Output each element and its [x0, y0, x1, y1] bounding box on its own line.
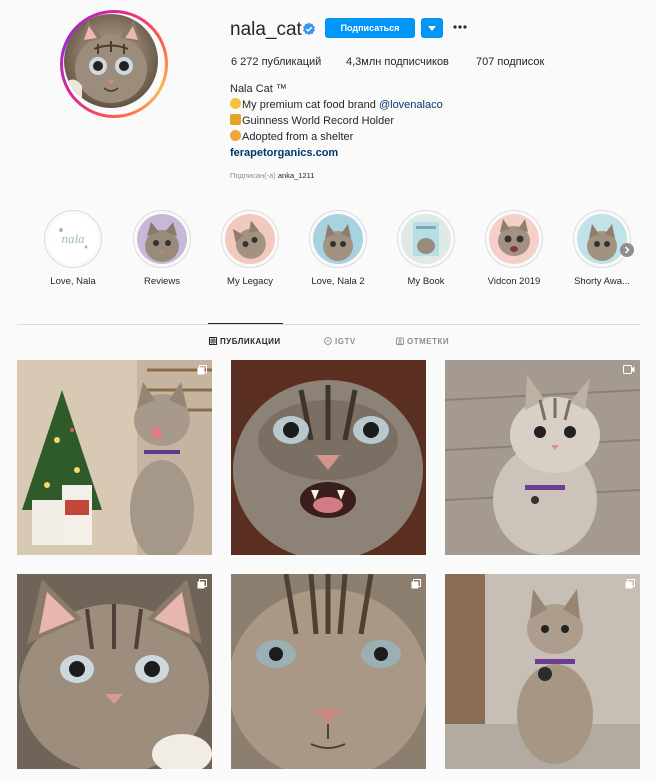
tab-posts[interactable]: ПУБЛИКАЦИИ	[209, 337, 281, 346]
username: nala_cat	[230, 19, 302, 40]
medal-icon	[230, 114, 241, 125]
cat-face-icon	[230, 130, 241, 141]
tabs-divider	[17, 324, 640, 325]
post-thumbnail[interactable]	[231, 360, 426, 555]
post-thumbnail[interactable]	[17, 360, 212, 555]
website-link[interactable]: ferapetorganics.com	[230, 147, 338, 159]
chevron-down-icon	[428, 26, 436, 31]
bio-website: ferapetorganics.com	[230, 145, 338, 161]
chevron-right-icon	[624, 246, 630, 254]
suggested-dropdown-button[interactable]	[421, 18, 443, 38]
highlight-vidcon-2019[interactable]: Vidcon 2019	[481, 210, 547, 287]
post-thumbnail[interactable]	[445, 360, 640, 555]
highlight-cover	[401, 214, 451, 264]
highlight-my-legacy[interactable]: My Legacy	[217, 210, 283, 287]
bio-line-1-text: My premium cat food brand	[242, 99, 379, 111]
highlight-reviews[interactable]: Reviews	[129, 210, 195, 287]
carousel-icon	[625, 579, 635, 589]
video-icon	[623, 365, 635, 374]
more-options-icon[interactable]	[452, 19, 468, 35]
tab-tagged[interactable]: ОТМЕТКИ	[396, 337, 449, 346]
bio-line-1: My premium cat food brand @lovenalaco	[230, 97, 443, 113]
smiling-face-icon	[230, 98, 241, 109]
carousel-icon	[411, 579, 421, 589]
followed-by-user: anka_1211	[277, 171, 315, 180]
bio-line-2: Guinness World Record Holder	[230, 113, 394, 129]
profile-avatar[interactable]	[60, 10, 168, 118]
svg-text:nala: nala	[61, 231, 85, 246]
highlight-cover: nala	[48, 214, 98, 264]
followers-count[interactable]: 4,3млн подписчиков	[346, 56, 449, 68]
bio-name: Nala Cat ™	[230, 83, 287, 95]
follow-button[interactable]: Подписаться	[325, 18, 415, 38]
highlight-my-book[interactable]: My Book	[393, 210, 459, 287]
bio-line-2-text: Guinness World Record Holder	[242, 115, 395, 127]
highlight-love-nala-2[interactable]: Love, Nala 2	[305, 210, 371, 287]
posts-count: 6 272 публикаций	[231, 56, 322, 68]
bio-line-3-text: Adopted from a shelter	[242, 131, 354, 143]
carousel-icon	[197, 365, 207, 375]
post-thumbnail[interactable]	[231, 574, 426, 769]
bio-line-3: Adopted from a shelter	[230, 129, 353, 145]
brand-mention-link[interactable]: @lovenalaco	[379, 99, 443, 111]
grid-icon	[209, 337, 217, 345]
following-count[interactable]: 707 подписок	[476, 56, 544, 68]
avatar-image	[64, 14, 158, 108]
verified-badge-icon	[303, 22, 315, 36]
highlights-next-button[interactable]	[620, 243, 634, 257]
post-thumbnail[interactable]	[445, 574, 640, 769]
highlight-cover	[137, 214, 187, 264]
post-thumbnail[interactable]	[17, 574, 212, 769]
tab-igtv[interactable]: IGTV	[324, 337, 356, 346]
followed-by[interactable]: Подписан(-а) anka_1211	[230, 171, 314, 180]
tagged-icon	[396, 337, 404, 345]
carousel-icon	[197, 579, 207, 589]
active-tab-indicator	[208, 323, 283, 324]
highlight-cover	[489, 214, 539, 264]
highlight-cover	[313, 214, 363, 264]
igtv-icon	[324, 337, 332, 345]
highlight-love-nala[interactable]: nala Love, Nala	[40, 210, 106, 287]
highlight-cover	[225, 214, 275, 264]
